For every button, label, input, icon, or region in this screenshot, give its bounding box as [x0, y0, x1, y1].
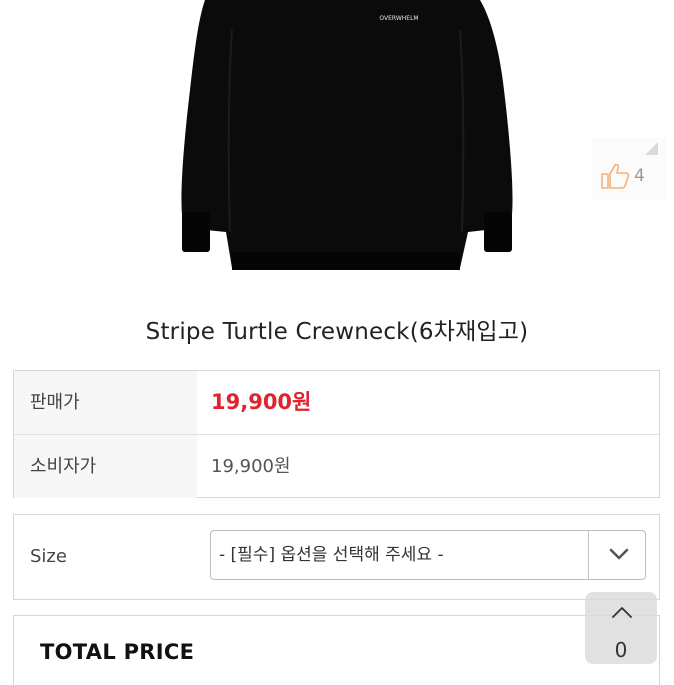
- sale-price-label: 판매가: [14, 371, 197, 434]
- chevron-down-icon: [609, 548, 629, 560]
- retail-price-row: 소비자가 19,900원: [14, 435, 659, 498]
- price-table: 판매가 19,900원 소비자가 19,900원: [13, 370, 660, 498]
- thumbs-up-icon: [601, 163, 630, 189]
- corner-fold-icon: [645, 142, 658, 155]
- size-option-label: Size: [30, 546, 67, 567]
- size-select-value: - [필수] 옵션을 선택해 주세요 -: [219, 545, 444, 565]
- scroll-top-button[interactable]: 0: [585, 592, 657, 664]
- size-option-box: Size - [필수] 옵션을 선택해 주세요 -: [13, 514, 660, 600]
- retail-price-label: 소비자가: [14, 435, 197, 498]
- retail-price-value: 19,900원: [211, 456, 291, 477]
- size-select[interactable]: - [필수] 옵션을 선택해 주세요 -: [210, 530, 646, 580]
- scroll-top-count: 0: [614, 638, 628, 662]
- product-image: OVERWHELM: [0, 0, 674, 290]
- total-price-label: TOTAL PRICE: [40, 640, 195, 664]
- chevron-up-icon: [612, 607, 632, 618]
- size-select-toggle[interactable]: [588, 531, 645, 579]
- total-price-box: TOTAL PRICE: [13, 615, 660, 685]
- like-count: 4: [634, 166, 645, 186]
- chest-logo-print: OVERWHELM: [379, 15, 418, 22]
- like-button[interactable]: 4: [592, 138, 666, 200]
- sweatshirt-image: OVERWHELM: [181, 0, 513, 270]
- sale-price-value: 19,900원: [211, 390, 312, 414]
- sale-price-row: 판매가 19,900원: [14, 371, 659, 435]
- product-title: Stripe Turtle Crewneck(6차재입고): [145, 319, 529, 345]
